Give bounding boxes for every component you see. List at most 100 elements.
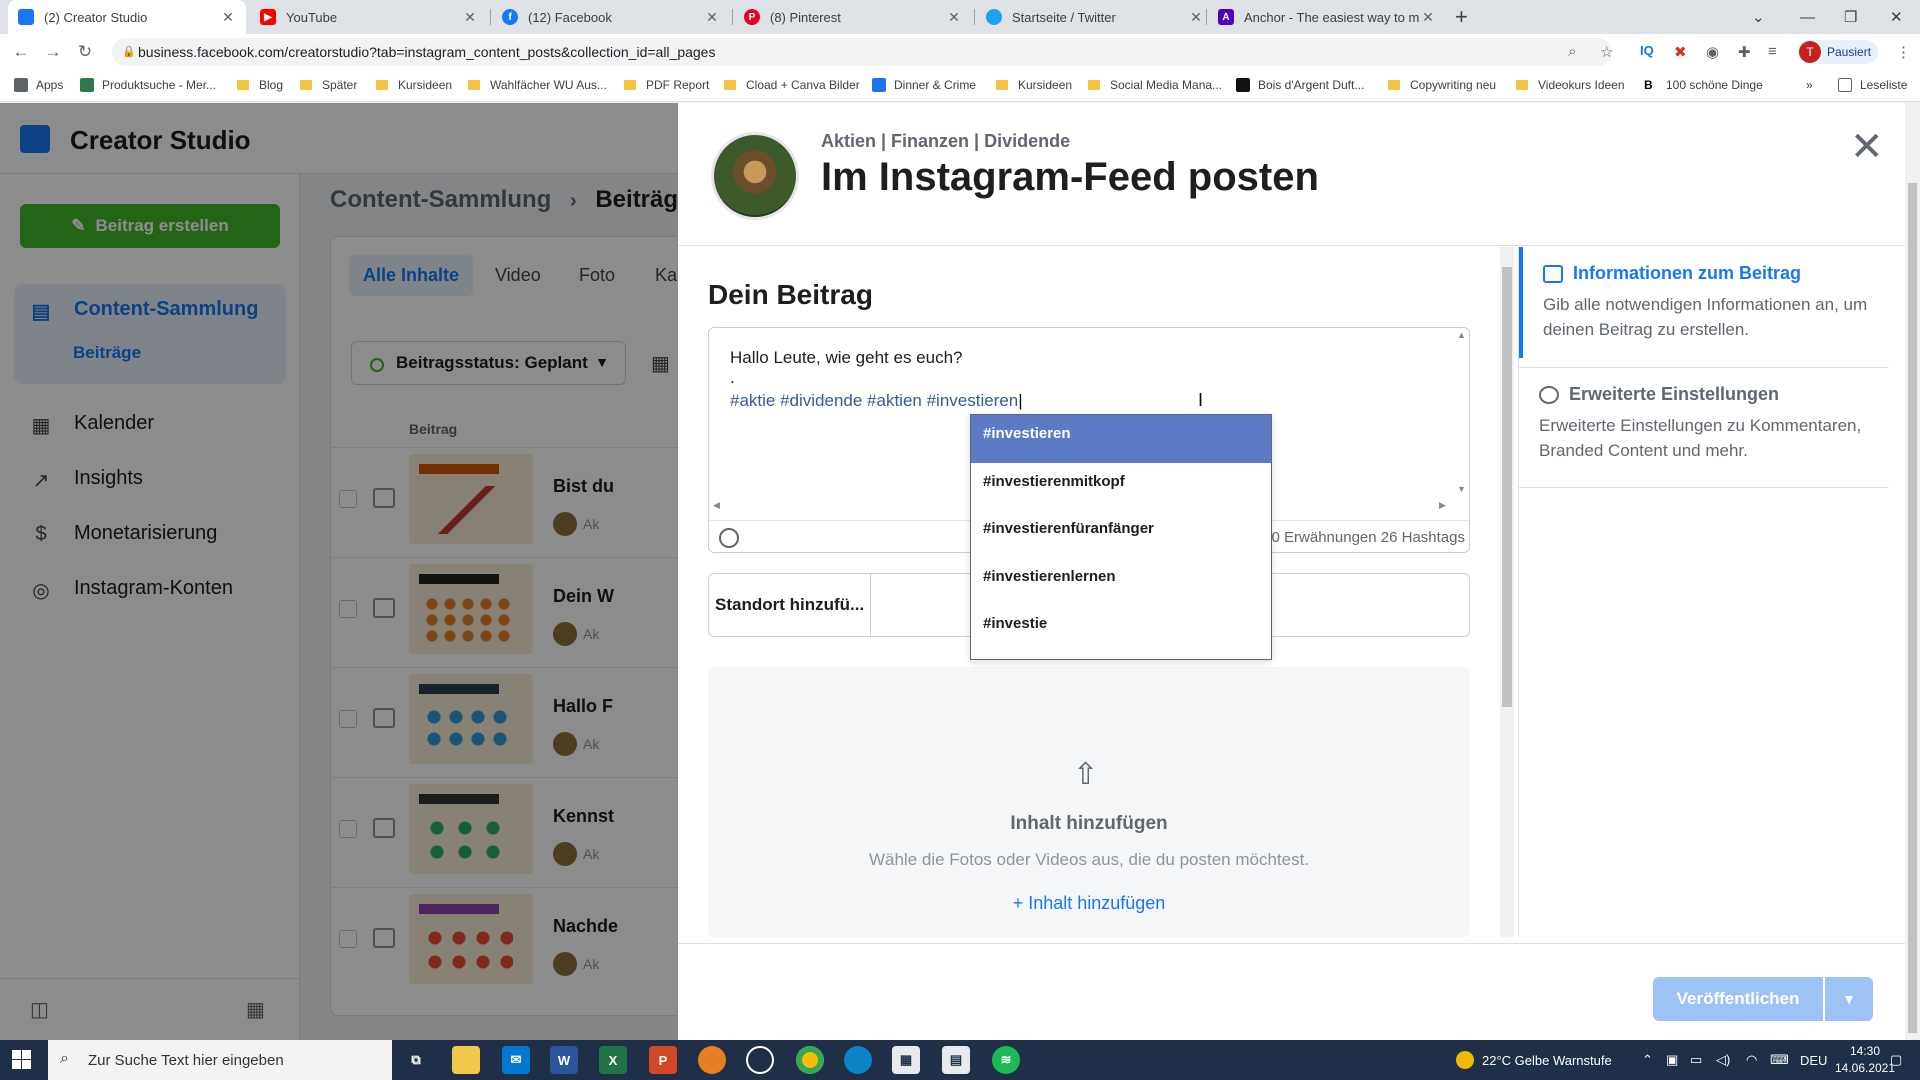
close-tab-icon[interactable]: ✕ (946, 9, 962, 26)
bookmark-item[interactable]: Später (300, 78, 357, 92)
suggestion-item[interactable]: #investierenfüranfänger (971, 510, 1271, 558)
close-icon[interactable]: ✕ (1850, 127, 1884, 167)
scrollbar-thumb[interactable] (1908, 183, 1917, 1033)
bookmark-item[interactable]: B 100 schöne Dinge (1644, 78, 1763, 92)
modal-backdrop[interactable] (0, 103, 678, 1040)
address-bar[interactable]: 🔒 business.facebook.com/creatorstudio?ta… (112, 38, 1612, 66)
extension-icon[interactable]: ◉ (1706, 43, 1719, 61)
spotify-icon[interactable]: ≋ (992, 1046, 1020, 1074)
scroll-left-icon[interactable]: ◀ (713, 500, 720, 511)
menu-icon[interactable]: ⋮ (1896, 43, 1911, 61)
bookmark-item[interactable]: Dinner & Crime (872, 78, 976, 92)
bookmark-item[interactable]: Videokurs Ideen (1516, 78, 1625, 92)
notification-icon[interactable]: ▢ (1890, 1040, 1902, 1080)
scroll-right-icon[interactable]: ▶ (1439, 500, 1446, 511)
textarea-scrollbar[interactable]: ▲ ▼ (1453, 328, 1469, 498)
chrome-icon[interactable] (796, 1046, 824, 1074)
new-tab-icon[interactable]: + (1455, 4, 1468, 30)
suggestion-item[interactable]: #investieren (971, 415, 1271, 463)
tab-twitter[interactable]: Startseite / Twitter ✕ (976, 0, 1214, 34)
bookmark-item[interactable]: Wahlfächer WU Aus... (468, 78, 607, 92)
excel-icon[interactable]: X (599, 1046, 627, 1074)
close-window-icon[interactable]: ✕ (1890, 0, 1903, 34)
tab-facebook[interactable]: f (12) Facebook ✕ (492, 0, 730, 34)
taskbar-search-input[interactable]: ⌕ Zur Suche Text hier eingeben (48, 1040, 392, 1080)
bookmark-item[interactable]: Cload + Canva Bilder (724, 78, 860, 92)
bookmark-item[interactable]: Blog (237, 78, 283, 92)
close-tab-icon[interactable]: ✕ (1188, 9, 1204, 26)
publish-button[interactable]: Veröffentlichen (1653, 977, 1823, 1021)
minimize-icon[interactable]: — (1800, 0, 1815, 34)
page-scrollbar[interactable] (1905, 103, 1920, 1040)
reading-list[interactable]: Leseliste (1838, 78, 1907, 92)
suggestion-item[interactable]: #investierenmitkopf (971, 463, 1271, 511)
file-explorer-icon[interactable] (452, 1046, 480, 1074)
bookmark-item[interactable]: Copywriting neu (1388, 78, 1496, 92)
scroll-down-icon[interactable]: ▼ (1457, 484, 1466, 494)
volume-icon[interactable]: ◁) (1716, 1040, 1730, 1080)
bookmark-item[interactable]: Produktsuche - Mer... (80, 78, 216, 92)
bookmark-label: Social Media Mana... (1110, 78, 1223, 92)
puzzle-icon[interactable]: ✚ (1738, 43, 1751, 61)
obs-icon[interactable] (746, 1046, 774, 1074)
bookmark-item[interactable]: PDF Report (624, 78, 709, 92)
more-bookmarks-icon[interactable]: » (1806, 78, 1813, 92)
bookmark-item[interactable]: Kursideen (376, 78, 452, 92)
suggestion-item[interactable]: #investie (971, 605, 1271, 653)
app-icon[interactable]: ▦ (892, 1046, 920, 1074)
bookmark-item[interactable]: Social Media Mana... (1088, 78, 1222, 92)
step-advanced-settings[interactable]: Erweiterte Einstellungen Erweiterte Eins… (1519, 368, 1889, 479)
task-view-icon[interactable]: ⧉ (402, 1046, 430, 1074)
publish-options-icon[interactable]: ▼ (1825, 977, 1873, 1021)
tab-pinterest[interactable]: P (8) Pinterest ✕ (734, 0, 972, 34)
tab-anchor[interactable]: A Anchor - The easiest way to mak ✕ (1208, 0, 1446, 34)
tab-youtube[interactable]: ▶ YouTube ✕ (250, 0, 488, 34)
powerpoint-icon[interactable]: P (649, 1046, 677, 1074)
address-toolbar: ← → ↻ 🔒 business.facebook.com/creatorstu… (0, 34, 1920, 70)
mail-icon[interactable]: ✉ (502, 1046, 530, 1074)
close-tab-icon[interactable]: ✕ (462, 9, 478, 26)
form-scrollbar[interactable] (1500, 247, 1514, 937)
close-tab-icon[interactable]: ✕ (704, 9, 720, 26)
forward-icon[interactable]: → (40, 42, 66, 62)
tab-search-icon[interactable]: ⌄ (1752, 0, 1765, 34)
app-icon[interactable] (698, 1046, 726, 1074)
wifi-icon[interactable]: ◠ (1746, 1040, 1757, 1080)
close-tab-icon[interactable]: ✕ (1420, 9, 1436, 26)
back-icon[interactable]: ← (8, 42, 34, 62)
anchor-icon: A (1218, 9, 1234, 25)
step-title: Erweiterte Einstellungen (1569, 384, 1780, 404)
scrollbar-thumb[interactable] (1502, 267, 1512, 707)
bookmark-label: Apps (36, 78, 64, 92)
tab-creator-studio[interactable]: (2) Creator Studio ✕ (8, 0, 246, 34)
keyboard-icon[interactable]: ⌨ (1770, 1040, 1789, 1080)
extension-icon[interactable]: ✖ (1674, 43, 1687, 61)
emoji-icon[interactable] (719, 528, 739, 548)
restore-icon[interactable]: ❐ (1844, 0, 1857, 34)
app-icon[interactable]: ▤ (942, 1046, 970, 1074)
close-tab-icon[interactable]: ✕ (220, 9, 236, 26)
windows-start-icon[interactable] (12, 1050, 32, 1070)
zoom-icon[interactable]: ⌕ (1568, 43, 1576, 60)
step-post-info[interactable]: Informationen zum Beitrag Gib alle notwe… (1519, 247, 1889, 358)
word-icon[interactable]: W (550, 1046, 578, 1074)
weather-widget[interactable]: 22°C Gelbe Warnstufe (1456, 1040, 1612, 1080)
battery-icon[interactable]: ▭ (1690, 1040, 1702, 1080)
profile-button[interactable]: T Pausiert (1798, 40, 1878, 64)
add-content-link[interactable]: + Inhalt hinzufügen (708, 893, 1470, 914)
media-icon[interactable]: ≡ (1768, 43, 1777, 60)
bookmark-item[interactable]: Kursideen (996, 78, 1072, 92)
suggestion-item[interactable]: #investierenlernen (971, 558, 1271, 606)
language-indicator[interactable]: DEU (1800, 1040, 1827, 1080)
tray-chevron-icon[interactable]: ⌃ (1642, 1040, 1653, 1080)
bookmark-apps[interactable]: Apps (14, 78, 63, 92)
media-upload-area[interactable]: ⇧ Inhalt hinzufügen Wähle die Fotos oder… (708, 667, 1470, 937)
bookmark-star-icon[interactable]: ☆ (1600, 43, 1613, 61)
bookmark-item[interactable]: Bois d'Argent Duft... (1236, 78, 1364, 92)
scroll-up-icon[interactable]: ▲ (1457, 330, 1466, 340)
reload-icon[interactable]: ↻ (72, 42, 98, 62)
plus-icon: + (1012, 893, 1029, 913)
iq-extension-icon[interactable]: IQ (1640, 43, 1654, 58)
tray-icon[interactable]: ▣ (1666, 1040, 1678, 1080)
edge-icon[interactable] (844, 1046, 872, 1074)
